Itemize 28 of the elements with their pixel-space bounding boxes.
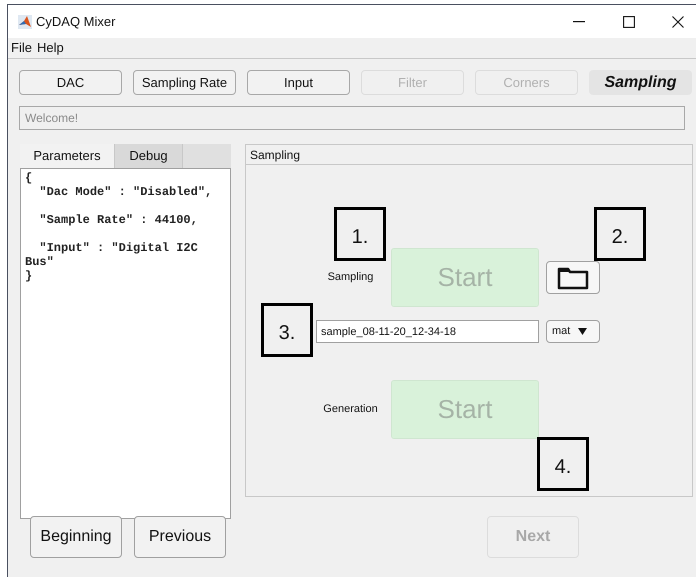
parameters-text: { "Dac Mode" : "Disabled", "Sample Rate" : 44100, "Input" : "Digital I2C Bus" } — [20, 168, 231, 519]
nav-tab[interactable]: Input — [247, 70, 350, 95]
callout-label: 3. — [261, 303, 313, 357]
nav-tab[interactable]: Sampling — [589, 70, 692, 95]
menu-item[interactable]: File — [11, 38, 32, 58]
panel-tab[interactable]: Parameters — [20, 144, 115, 168]
panel-title: Sampling — [250, 146, 300, 164]
callout-label: 1. — [334, 207, 386, 261]
app-logo-icon — [18, 14, 32, 28]
maximize-icon[interactable] — [623, 16, 635, 28]
folder-button[interactable] — [546, 261, 600, 294]
nav-tab[interactable]: Sampling Rate — [133, 70, 236, 95]
close-icon[interactable] — [672, 16, 684, 28]
window-title: CyDAQ Mixer — [36, 12, 116, 31]
callout-label: 4. — [537, 437, 589, 491]
file-name-field[interactable]: sample_08-11-20_12-34-18 — [316, 320, 539, 343]
minimize-icon[interactable] — [573, 20, 585, 22]
sampling-label: Sampling — [326, 270, 374, 286]
folder-icon — [557, 266, 589, 290]
generation-label: Generation — [322, 402, 379, 418]
menu-item[interactable]: Help — [36, 38, 64, 58]
callout-label: 2. — [594, 207, 646, 261]
format-dropdown[interactable]: mat — [546, 320, 600, 343]
footer-button[interactable]: Beginning — [30, 516, 122, 558]
dropdown-arrow-icon — [578, 328, 588, 335]
nav-tab[interactable]: DAC — [19, 70, 122, 95]
panel-tab[interactable]: Debug — [115, 144, 183, 168]
footer-button[interactable]: Previous — [134, 516, 226, 558]
